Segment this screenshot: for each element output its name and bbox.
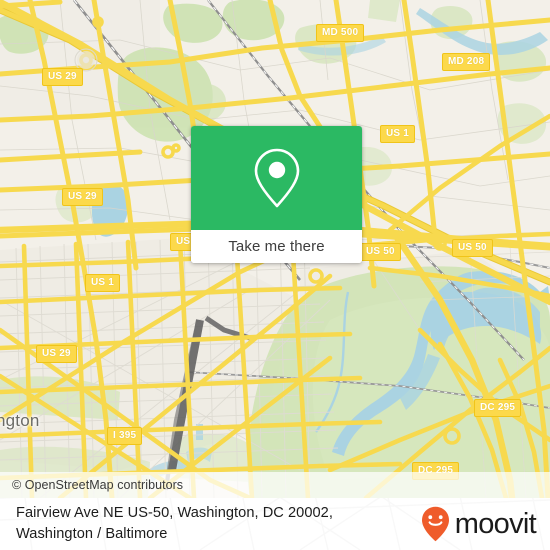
map-shield: US 1 bbox=[85, 274, 121, 292]
map-pin-icon bbox=[250, 146, 304, 210]
map-shield: MD 500 bbox=[316, 24, 365, 42]
location-card-header bbox=[191, 126, 362, 230]
map-shield: I 395 bbox=[107, 427, 143, 445]
map-shield: DC 295 bbox=[474, 399, 522, 417]
map-shield: US 50 bbox=[452, 239, 493, 257]
map-place-label: ngton bbox=[0, 411, 40, 430]
moovit-map-share-screen: MD 500 MD 208 US 29 US 1 US 29 US 50 US … bbox=[0, 0, 550, 550]
footer-bar: Fairview Ave NE US-50, Washington, DC 20… bbox=[0, 498, 550, 550]
map-shield: US 29 bbox=[36, 345, 77, 363]
address-line-1: Fairview Ave NE US-50, Washington, DC 20… bbox=[16, 505, 333, 521]
map-attribution-bar: © OpenStreetMap contributors bbox=[0, 472, 550, 498]
map-shield: MD 208 bbox=[442, 53, 491, 71]
location-card[interactable]: Take me there bbox=[191, 126, 362, 263]
osm-attribution-text[interactable]: © OpenStreetMap contributors bbox=[0, 478, 183, 492]
moovit-smiley-pin-icon bbox=[421, 506, 450, 542]
map-shield: US 50 bbox=[360, 243, 401, 261]
location-address: Fairview Ave NE US-50, Washington, DC 20… bbox=[16, 503, 333, 545]
map-shield: US 29 bbox=[42, 68, 83, 86]
moovit-wordmark: moovit bbox=[454, 507, 537, 540]
address-line-2: Washington / Baltimore bbox=[16, 526, 168, 542]
take-me-there-button[interactable]: Take me there bbox=[191, 230, 362, 263]
map-shield: US 29 bbox=[62, 188, 103, 206]
moovit-logo[interactable]: moovit bbox=[421, 506, 537, 542]
map-shield: US 1 bbox=[380, 125, 416, 143]
map-viewport[interactable]: MD 500 MD 208 US 29 US 1 US 29 US 50 US … bbox=[0, 0, 550, 498]
